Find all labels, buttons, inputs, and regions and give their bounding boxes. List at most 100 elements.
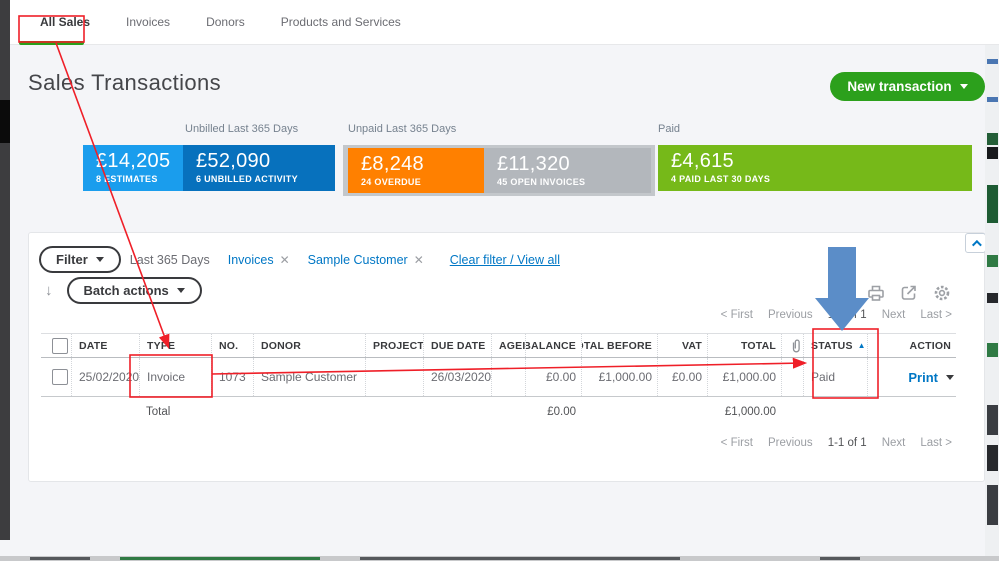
money-tile-open-invoices[interactable]: £11,320 45 OPEN INVOICES — [484, 148, 651, 193]
filter-button[interactable]: Filter — [39, 246, 121, 273]
taskbar-fragment — [820, 557, 860, 560]
pagination-first[interactable]: < First — [721, 437, 753, 449]
header-no[interactable]: NO. — [211, 334, 253, 357]
money-tile-unbilled-activity[interactable]: £52,090 6 UNBILLED ACTIVITY — [183, 145, 335, 191]
gear-icon[interactable] — [932, 283, 952, 303]
right-edge-strip — [985, 45, 999, 556]
batch-actions-row: ↓ Batch actions — [45, 277, 202, 304]
caret-down-icon — [177, 288, 185, 293]
cell-vat: £0.00 — [657, 358, 707, 396]
download-icon[interactable]: ↓ — [45, 282, 53, 299]
header-attachment[interactable] — [781, 334, 803, 357]
table-tool-icons — [866, 283, 952, 303]
tile-caption: 4 PAID LAST 30 DAYS — [671, 174, 972, 184]
tile-caption: 24 OVERDUE — [361, 177, 484, 187]
header-status[interactable]: STATUS ▲ — [803, 334, 867, 357]
page-title: Sales Transactions — [28, 70, 221, 96]
filter-button-label: Filter — [56, 252, 88, 267]
money-tile-estimates[interactable]: £14,205 8 ESTIMATES — [83, 145, 183, 191]
edge-fragment — [987, 59, 998, 64]
batch-actions-button[interactable]: Batch actions — [67, 277, 202, 304]
export-icon[interactable] — [899, 283, 919, 303]
transactions-table: DATE TYPE NO. DONOR PROJECT DUE DATE AGE… — [41, 333, 956, 427]
header-total[interactable]: TOTAL — [707, 334, 781, 357]
cell-status: Paid — [803, 358, 867, 396]
cell-attachment — [781, 358, 803, 396]
pagination-previous[interactable]: Previous — [768, 309, 813, 321]
tile-amount: £8,248 — [361, 153, 484, 176]
header-balance[interactable]: BALANCE — [525, 334, 581, 357]
total-spacer — [211, 397, 253, 427]
total-spacer — [365, 397, 423, 427]
collapse-panel-button[interactable] — [965, 233, 986, 253]
total-spacer — [41, 397, 71, 427]
filter-row: Filter Last 365 Days Invoices ✕ Sample C… — [39, 246, 560, 273]
select-all-checkbox[interactable] — [52, 338, 68, 354]
money-tile-overdue[interactable]: £8,248 24 OVERDUE — [348, 148, 484, 193]
pagination-next[interactable]: Next — [882, 437, 906, 449]
header-date[interactable]: DATE — [71, 334, 139, 357]
pagination-top: < First Previous 1-1 of 1 Next Last > — [721, 309, 952, 321]
header-vat[interactable]: VAT — [657, 334, 707, 357]
tab-products-and-services[interactable]: Products and Services — [281, 15, 401, 29]
row-checkbox[interactable] — [52, 369, 68, 385]
taskbar-fragment — [360, 557, 680, 560]
pagination-last[interactable]: Last > — [920, 309, 952, 321]
total-spacer — [781, 397, 803, 427]
new-transaction-button[interactable]: New transaction — [830, 72, 985, 101]
total-amount: £1,000.00 — [707, 397, 781, 427]
tile-caption: 8 ESTIMATES — [96, 174, 183, 184]
edge-fragment — [987, 485, 998, 525]
tile-caption: 6 UNBILLED ACTIVITY — [196, 174, 335, 184]
edge-fragment — [987, 405, 998, 435]
header-donor[interactable]: DONOR — [253, 334, 365, 357]
new-transaction-label: New transaction — [847, 79, 951, 94]
tab-donors[interactable]: Donors — [206, 15, 245, 29]
tab-invoices[interactable]: Invoices — [126, 15, 170, 29]
filter-chip-invoices[interactable]: Invoices ✕ — [228, 253, 290, 267]
print-icon[interactable] — [866, 283, 886, 303]
header-due-date[interactable]: DUE DATE — [423, 334, 491, 357]
sort-ascending-icon: ▲ — [858, 341, 866, 350]
transactions-card: Filter Last 365 Days Invoices ✕ Sample C… — [28, 232, 985, 482]
pagination-previous[interactable]: Previous — [768, 437, 813, 449]
paperclip-icon — [789, 338, 803, 354]
close-icon[interactable]: ✕ — [280, 253, 290, 267]
cell-action: Print — [867, 358, 956, 396]
row-select-cell — [41, 358, 71, 396]
header-type[interactable]: TYPE — [139, 334, 211, 357]
tile-amount: £11,320 — [497, 153, 651, 176]
pagination-last[interactable]: Last > — [920, 437, 952, 449]
table-header-row: DATE TYPE NO. DONOR PROJECT DUE DATE AGE… — [41, 333, 956, 358]
print-action-link[interactable]: Print — [908, 370, 938, 385]
clear-filter-link[interactable]: Clear filter / View all — [450, 253, 560, 267]
pagination-range: 1-1 of 1 — [828, 437, 867, 449]
tab-all-sales[interactable]: All Sales — [40, 15, 90, 29]
close-icon[interactable]: ✕ — [414, 253, 424, 267]
cell-total-before: £1,000.00 — [581, 358, 657, 396]
cell-no: 1073 — [211, 358, 253, 396]
caret-down-icon[interactable] — [946, 375, 954, 380]
chevron-up-icon — [972, 239, 982, 249]
money-tile-paid[interactable]: £4,615 4 PAID LAST 30 DAYS — [658, 145, 972, 191]
caret-down-icon — [960, 84, 968, 89]
money-bar-label-unbilled: Unbilled Last 365 Days — [185, 123, 298, 135]
pagination-bottom: < First Previous 1-1 of 1 Next Last > — [721, 437, 952, 449]
header-ageing[interactable]: AGEING — [491, 334, 525, 357]
pagination-first[interactable]: < First — [721, 309, 753, 321]
filter-chip-sample-customer[interactable]: Sample Customer ✕ — [308, 253, 424, 267]
header-action: ACTION — [867, 334, 956, 357]
table-total-row: Total £0.00 £1,000.00 — [41, 397, 956, 427]
batch-actions-label: Batch actions — [84, 283, 169, 298]
header-project[interactable]: PROJECT — [365, 334, 423, 357]
pagination-range: 1-1 of 1 — [828, 309, 867, 321]
table-row: 25/02/2020 Invoice 1073 Sample Customer … — [41, 358, 956, 397]
total-spacer — [657, 397, 707, 427]
active-tab-underline — [19, 41, 84, 45]
pagination-next[interactable]: Next — [882, 309, 906, 321]
money-bar-label-unpaid: Unpaid Last 365 Days — [348, 123, 456, 135]
header-total-before[interactable]: TOTAL BEFORE — [581, 334, 657, 357]
total-spacer — [253, 397, 365, 427]
top-tab-bar: All Sales Invoices Donors Products and S… — [10, 0, 999, 45]
left-edge-strip — [0, 0, 10, 540]
